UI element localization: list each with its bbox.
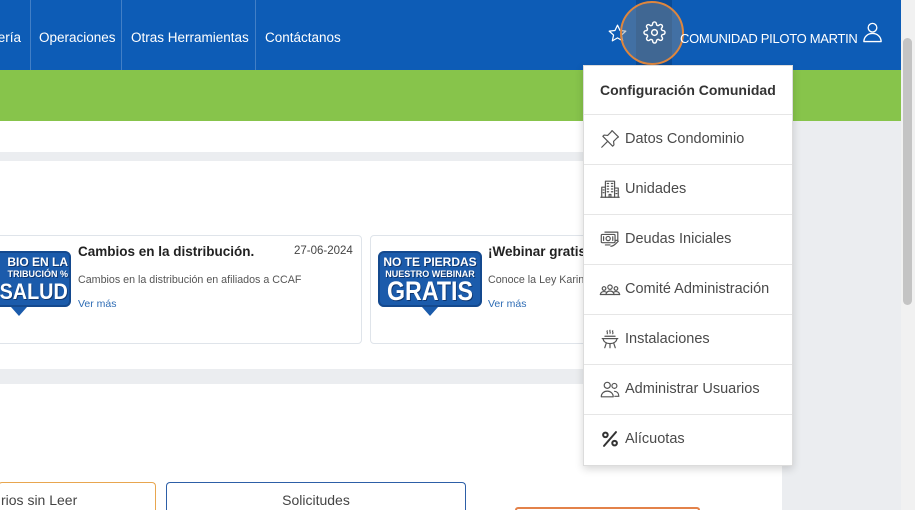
menu-item-administrar-usuarios[interactable]: Administrar Usuarios	[584, 364, 792, 414]
news-image-line: TRIBUCIÓN %	[7, 269, 69, 279]
menu-item-alicuotas[interactable]: Alícuotas	[584, 414, 792, 464]
news-date: 27-06-2024	[294, 245, 353, 257]
news-summary: Conoce la Ley Karin	[488, 274, 585, 286]
news-image-line: NO TE PIERDAS	[383, 255, 477, 269]
menu-item-label: Unidades	[625, 181, 687, 197]
settings-dropdown-title: Configuración Comunidad	[600, 82, 776, 98]
news-image-line: GRATIS	[387, 276, 473, 306]
committee-icon	[599, 278, 621, 300]
menu-item-label: Deudas Iniciales	[625, 231, 732, 247]
nav-item-operaciones[interactable]: Operaciones	[31, 0, 122, 70]
gear-icon[interactable]	[643, 21, 666, 44]
menu-item-label: Instalaciones	[625, 331, 710, 347]
menu-item-unidades[interactable]: Unidades	[584, 164, 792, 214]
news-image: BIO EN LA TRIBUCIÓN % SALUD	[0, 251, 71, 316]
menu-item-comite-administracion[interactable]: Comité Administración	[584, 264, 792, 314]
menu-item-deudas-iniciales[interactable]: Deudas Iniciales	[584, 214, 792, 264]
nav-item-label: ería	[0, 29, 21, 45]
menu-item-datos-condominio[interactable]: Datos Condominio	[584, 114, 792, 164]
building-icon	[599, 178, 621, 200]
news-card: BIO EN LA TRIBUCIÓN % SALUD Cambios en l…	[0, 235, 362, 344]
top-navbar: ería Operaciones Otras Herramientas Cont…	[0, 0, 901, 70]
nav-item-label: Contáctanos	[265, 29, 341, 45]
menu-item-instalaciones[interactable]: Instalaciones	[584, 314, 792, 364]
user-icon[interactable]	[861, 20, 884, 44]
nav-item-label: Otras Herramientas	[131, 29, 249, 45]
tab-label: Solicitudes	[282, 492, 350, 508]
news-image-line: BIO EN LA	[7, 255, 68, 269]
users-icon	[599, 378, 621, 400]
community-name: COMUNIDAD PILOTO MARTIN	[680, 30, 858, 46]
community-selector[interactable]: COMUNIDAD PILOTO MARTIN	[680, 0, 858, 70]
nav-item-label: Operaciones	[39, 29, 116, 45]
vertical-scrollbar-thumb[interactable]	[903, 38, 912, 305]
news-image: NO TE PIERDAS NUESTRO WEBINAR GRATIS	[378, 251, 482, 316]
tab-unread[interactable]: rios sin Leer	[0, 482, 156, 510]
menu-item-label: Alícuotas	[625, 431, 685, 447]
settings-dropdown: Configuración Comunidad Datos Condominio…	[583, 65, 793, 466]
news-read-more-link[interactable]: Ver más	[488, 296, 527, 312]
menu-item-label: Administrar Usuarios	[625, 381, 760, 397]
tab-requests[interactable]: Solicitudes	[166, 482, 466, 510]
menu-item-label: Comité Administración	[625, 281, 770, 297]
news-read-more-link[interactable]: Ver más	[78, 296, 117, 312]
tab-label: rios sin Leer	[1, 492, 78, 508]
nav-item-tesoreria[interactable]: ería	[0, 0, 31, 70]
news-image-line: SALUD	[0, 279, 68, 304]
news-title: Cambios en la distribución.	[78, 244, 255, 259]
nav-item-otras-herramientas[interactable]: Otras Herramientas	[122, 0, 256, 70]
pushpin-icon	[599, 128, 621, 150]
nav-item-contactanos[interactable]: Contáctanos	[256, 0, 356, 70]
money-icon	[599, 228, 621, 250]
grill-icon	[599, 328, 621, 350]
percent-icon	[599, 428, 621, 450]
news-title: ¡Webinar gratis	[488, 244, 587, 259]
news-summary: Cambios en la distribución en afiliados …	[78, 274, 302, 286]
app-viewport: ería Operaciones Otras Herramientas Cont…	[0, 0, 915, 510]
menu-item-label: Datos Condominio	[625, 131, 745, 147]
